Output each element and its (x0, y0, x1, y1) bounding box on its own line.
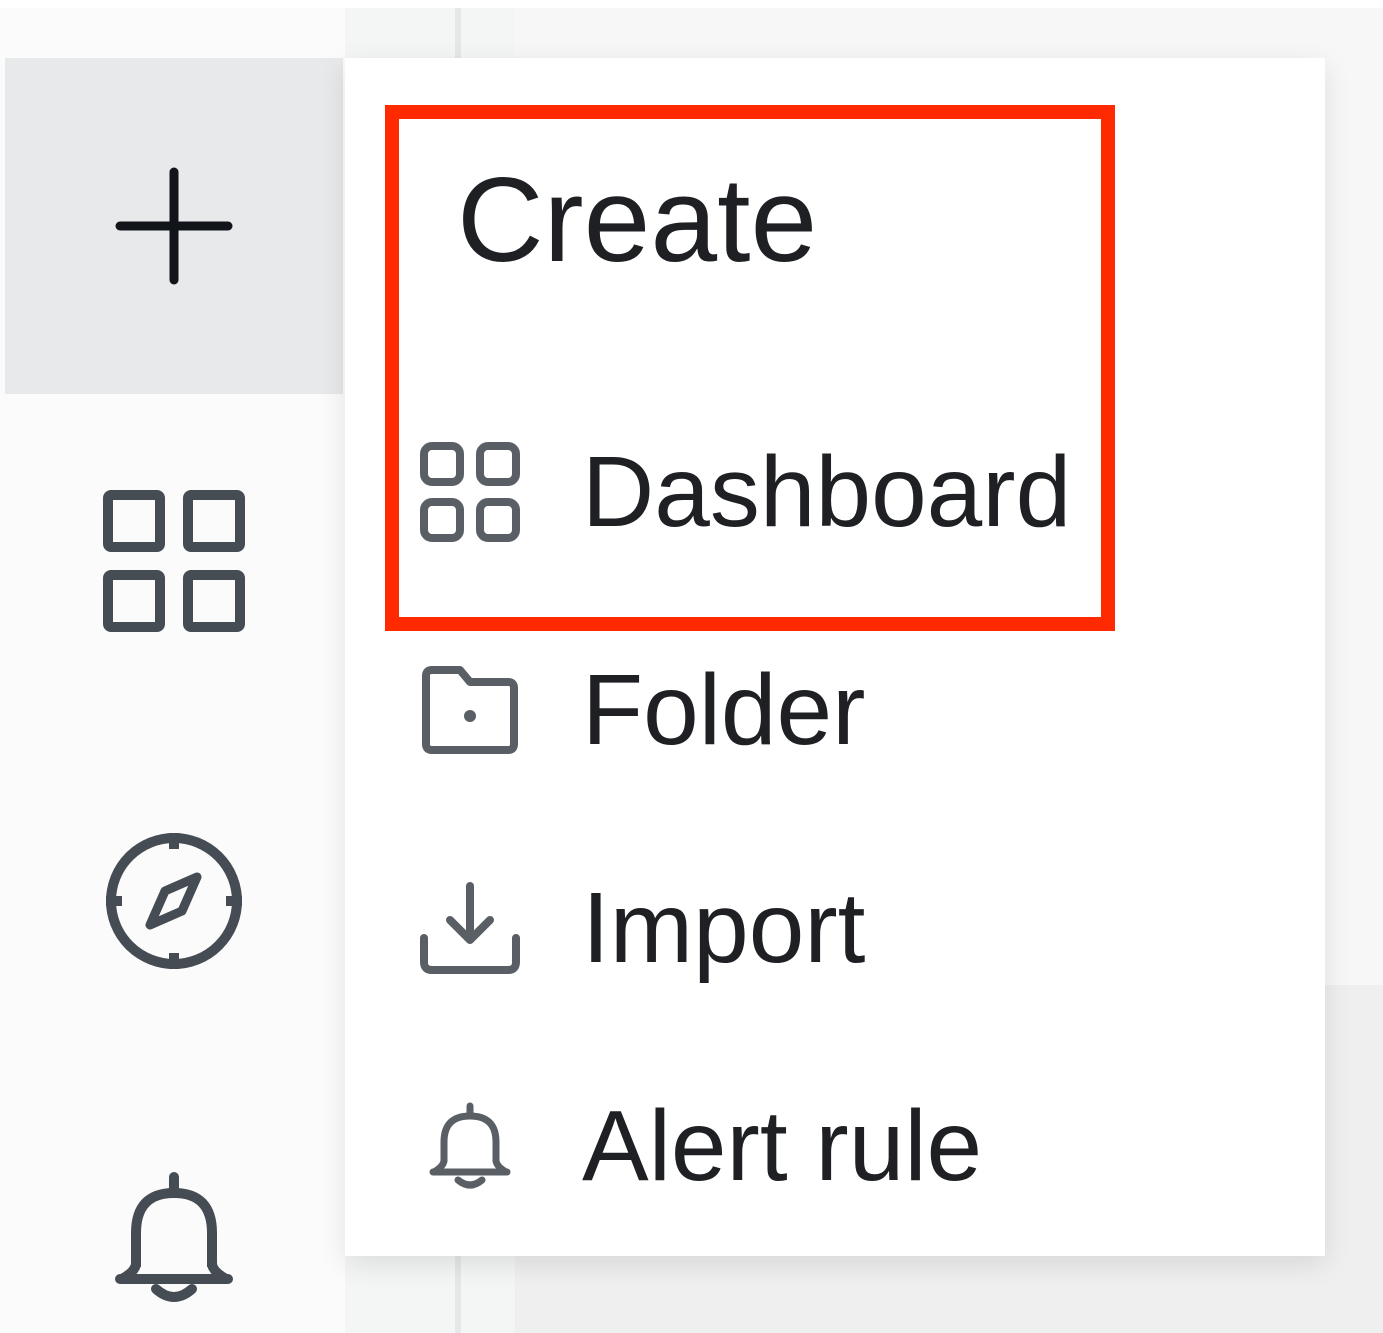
menu-item-dashboard[interactable]: Dashboard (345, 392, 1325, 592)
app-window: Create Dashboard Folder Import Alert rul… (0, 0, 1383, 1333)
sidebar-item-alerting[interactable] (5, 1166, 343, 1316)
menu-item-label: Alert rule (582, 1090, 983, 1202)
top-strip (0, 0, 1383, 8)
menu-item-label: Dashboard (582, 436, 1072, 548)
menu-item-alert-rule[interactable]: Alert rule (345, 1046, 1325, 1246)
sidebar-item-dashboards[interactable] (5, 486, 343, 636)
import-icon (415, 828, 525, 1028)
apps-icon (415, 392, 525, 592)
menu-item-folder[interactable]: Folder (345, 610, 1325, 810)
menu-item-import[interactable]: Import (345, 828, 1325, 1028)
menu-item-label: Folder (582, 654, 866, 766)
plus-icon (114, 166, 234, 286)
menu-title: Create (457, 153, 818, 287)
bell-icon (114, 1171, 234, 1311)
compass-icon (102, 829, 246, 973)
sidebar-item-explore[interactable] (5, 826, 343, 976)
menu-item-label: Import (582, 872, 866, 984)
folder-plus-icon (415, 610, 525, 810)
sidebar-nav (0, 8, 345, 1333)
grid-icon (103, 490, 245, 632)
sidebar-item-create[interactable] (5, 58, 343, 394)
bell-icon (415, 1046, 525, 1246)
